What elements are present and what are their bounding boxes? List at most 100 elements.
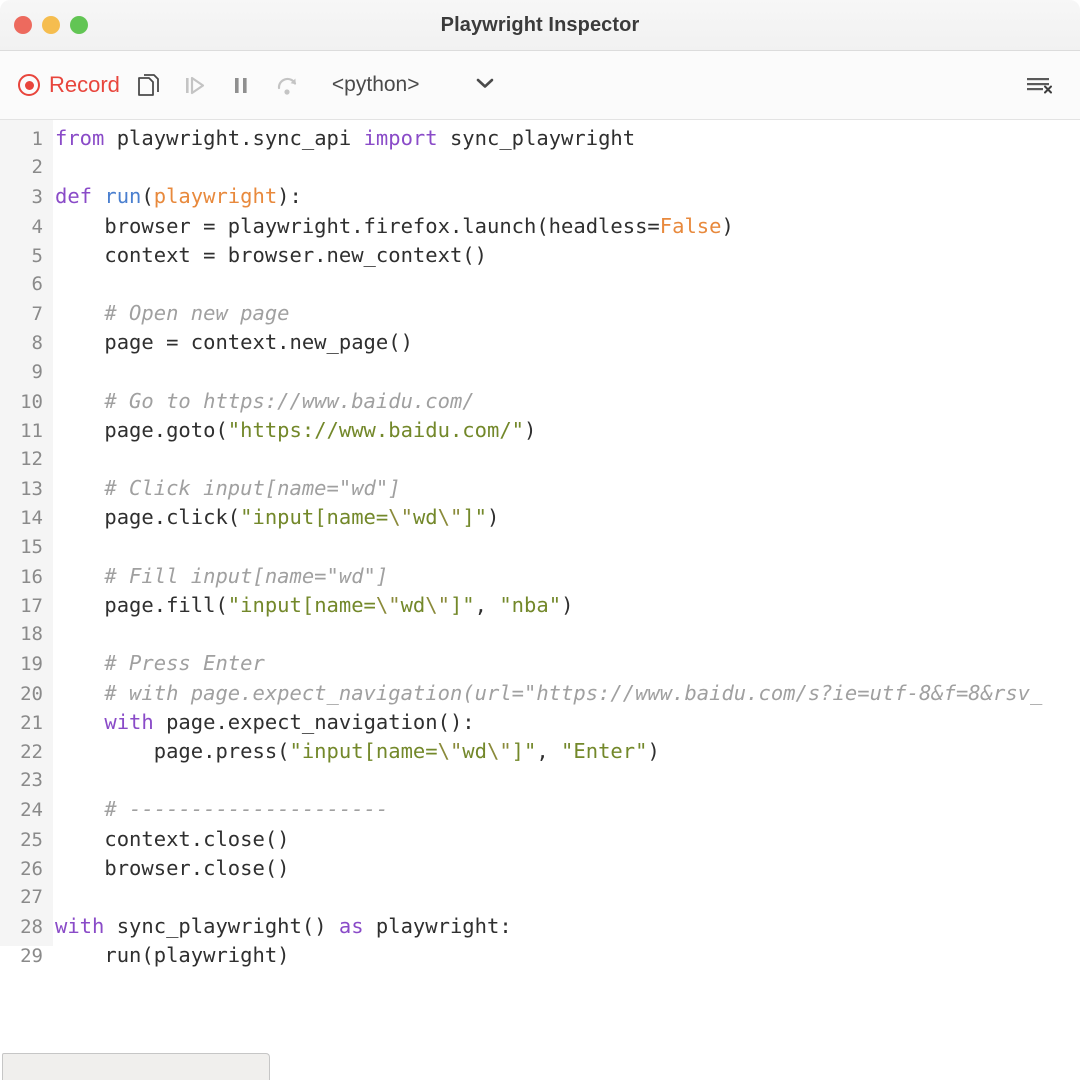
locator-input[interactable] bbox=[2, 1053, 270, 1080]
code-token-esc: \" bbox=[438, 505, 463, 529]
code-line[interactable]: 21 with page.expect_navigation(): bbox=[0, 708, 1080, 737]
code-token-const: False bbox=[660, 214, 722, 238]
code-token-plain: sync_playwright() bbox=[104, 914, 339, 938]
code-line[interactable]: 18 bbox=[0, 620, 1080, 649]
code-token-plain: context = browser.new_context() bbox=[55, 243, 487, 267]
record-button[interactable]: Record bbox=[16, 69, 126, 101]
code-line[interactable]: 7 # Open new page bbox=[0, 299, 1080, 328]
code-token-plain: ) bbox=[647, 739, 659, 763]
code-line[interactable]: 26 browser.close() bbox=[0, 854, 1080, 883]
code-line[interactable]: 12 bbox=[0, 445, 1080, 474]
line-number: 21 bbox=[0, 709, 53, 738]
code-editor[interactable]: 1from playwright.sync_api import sync_pl… bbox=[0, 120, 1080, 1040]
code-token-cmt: # Press Enter bbox=[55, 651, 265, 675]
code-token-str: wd bbox=[462, 739, 487, 763]
code-token-str: "input[name= bbox=[228, 593, 376, 617]
step-over-icon bbox=[273, 71, 301, 99]
code-line[interactable]: 3def run(playwright): bbox=[0, 182, 1080, 211]
step-into-button[interactable] bbox=[172, 62, 218, 108]
close-button[interactable] bbox=[14, 16, 32, 34]
code-token-plain: ) bbox=[561, 593, 573, 617]
code-line[interactable]: 29 run(playwright) bbox=[0, 941, 1080, 970]
code-line[interactable]: 15 bbox=[0, 533, 1080, 562]
code-line[interactable]: 24 # --------------------- bbox=[0, 795, 1080, 824]
pause-button[interactable] bbox=[218, 62, 264, 108]
line-number: 26 bbox=[0, 855, 53, 884]
code-line-text: page = context.new_page() bbox=[53, 328, 1080, 357]
code-token-plain: page.press( bbox=[55, 739, 290, 763]
code-token-str: "nba" bbox=[499, 593, 561, 617]
code-line[interactable]: 1from playwright.sync_api import sync_pl… bbox=[0, 124, 1080, 153]
code-line[interactable]: 8 page = context.new_page() bbox=[0, 328, 1080, 357]
code-token-plain: ) bbox=[487, 505, 499, 529]
line-number: 20 bbox=[0, 680, 53, 709]
code-line[interactable]: 4 browser = playwright.firefox.launch(he… bbox=[0, 212, 1080, 241]
code-token-cmt: # --------------------- bbox=[55, 797, 388, 821]
line-number: 2 bbox=[0, 153, 53, 182]
minimize-button[interactable] bbox=[42, 16, 60, 34]
code-token-plain: ( bbox=[141, 184, 153, 208]
line-number: 13 bbox=[0, 475, 53, 504]
code-line[interactable]: 16 # Fill input[name="wd"] bbox=[0, 562, 1080, 591]
language-dropdown[interactable]: <python> bbox=[332, 73, 496, 97]
code-line[interactable]: 19 # Press Enter bbox=[0, 649, 1080, 678]
code-line[interactable]: 13 # Click input[name="wd"] bbox=[0, 474, 1080, 503]
line-number: 16 bbox=[0, 563, 53, 592]
code-line-text: from playwright.sync_api import sync_pla… bbox=[53, 124, 1080, 153]
code-line[interactable]: 23 bbox=[0, 766, 1080, 795]
step-over-button[interactable] bbox=[264, 62, 310, 108]
line-number: 8 bbox=[0, 329, 53, 358]
code-token-kw: def bbox=[55, 184, 92, 208]
line-number: 12 bbox=[0, 445, 53, 474]
code-token-esc: \" bbox=[438, 739, 463, 763]
code-line-text: run(playwright) bbox=[53, 941, 1080, 970]
code-line[interactable]: 20 # with page.expect_navigation(url="ht… bbox=[0, 679, 1080, 708]
line-number: 11 bbox=[0, 417, 53, 446]
code-token-plain: browser.close() bbox=[55, 856, 290, 880]
toolbar: Record bbox=[0, 51, 1080, 120]
code-line[interactable]: 6 bbox=[0, 270, 1080, 299]
code-token-cmt: # Fill input[name="wd"] bbox=[55, 564, 388, 588]
clear-log-button[interactable] bbox=[1016, 62, 1062, 108]
line-number: 27 bbox=[0, 883, 53, 912]
code-line[interactable]: 5 context = browser.new_context() bbox=[0, 241, 1080, 270]
maximize-button[interactable] bbox=[70, 16, 88, 34]
code-line-text: def run(playwright): bbox=[53, 182, 1080, 211]
code-token-param: playwright bbox=[154, 184, 277, 208]
code-token-plain: context.close() bbox=[55, 827, 290, 851]
line-number: 14 bbox=[0, 504, 53, 533]
copy-icon bbox=[136, 71, 162, 99]
code-line-text: browser.close() bbox=[53, 854, 1080, 883]
code-line[interactable]: 2 bbox=[0, 153, 1080, 182]
pause-icon bbox=[229, 72, 253, 98]
line-number: 25 bbox=[0, 826, 53, 855]
code-scroll-area[interactable]: 1from playwright.sync_api import sync_pl… bbox=[0, 120, 1080, 1040]
line-number: 29 bbox=[0, 942, 53, 971]
line-number: 10 bbox=[0, 388, 53, 417]
record-icon bbox=[18, 74, 40, 96]
code-line[interactable]: 22 page.press("input[name=\"wd\"]", "Ent… bbox=[0, 737, 1080, 766]
titlebar: Playwright Inspector bbox=[0, 0, 1080, 51]
code-token-kw: import bbox=[364, 126, 438, 150]
code-token-str: wd bbox=[413, 505, 438, 529]
code-token-plain: sync_playwright bbox=[438, 126, 635, 150]
copy-button[interactable] bbox=[126, 62, 172, 108]
code-line[interactable]: 27 bbox=[0, 883, 1080, 912]
code-token-kw: from bbox=[55, 126, 104, 150]
line-number: 17 bbox=[0, 592, 53, 621]
chevron-down-icon bbox=[474, 76, 496, 95]
code-line[interactable]: 9 bbox=[0, 358, 1080, 387]
record-button-label: Record bbox=[49, 72, 120, 98]
code-lines[interactable]: 1from playwright.sync_api import sync_pl… bbox=[0, 120, 1080, 970]
code-line[interactable]: 28with sync_playwright() as playwright: bbox=[0, 912, 1080, 941]
code-line-text: # with page.expect_navigation(url="https… bbox=[53, 679, 1080, 708]
code-line[interactable]: 25 context.close() bbox=[0, 825, 1080, 854]
code-token-cmt: # Go to https://www.baidu.com/ bbox=[55, 389, 475, 413]
code-line[interactable]: 14 page.click("input[name=\"wd\"]") bbox=[0, 503, 1080, 532]
code-line[interactable]: 10 # Go to https://www.baidu.com/ bbox=[0, 387, 1080, 416]
code-token-plain: run(playwright) bbox=[55, 943, 290, 967]
code-line-text: with sync_playwright() as playwright: bbox=[53, 912, 1080, 941]
code-token-plain bbox=[55, 710, 104, 734]
code-line[interactable]: 11 page.goto("https://www.baidu.com/") bbox=[0, 416, 1080, 445]
code-line[interactable]: 17 page.fill("input[name=\"wd\"]", "nba"… bbox=[0, 591, 1080, 620]
